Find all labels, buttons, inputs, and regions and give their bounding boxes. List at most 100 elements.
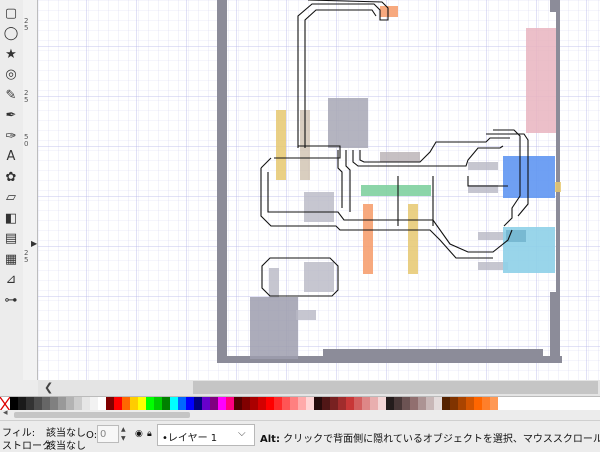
color-swatch[interactable] [130, 397, 138, 411]
color-swatch[interactable] [482, 397, 490, 411]
color-swatch[interactable] [378, 397, 386, 411]
paint-bucket-tool-icon[interactable]: ◧ [2, 209, 20, 227]
color-swatch[interactable] [34, 397, 42, 411]
calligraphy-tool-icon[interactable]: ✑ [2, 127, 20, 145]
color-swatch[interactable] [18, 397, 26, 411]
color-swatch[interactable] [50, 397, 58, 411]
color-swatch[interactable] [170, 397, 178, 411]
status-message-text: クリックで背面側に隠れているオブジェクトを選択、マウススクロール [279, 434, 600, 445]
color-swatch[interactable] [354, 397, 362, 411]
block-gray [269, 268, 279, 298]
chevron-up-icon[interactable]: ▲ [121, 426, 126, 433]
color-swatch[interactable] [458, 397, 466, 411]
chevron-down-icon[interactable]: ▼ [121, 435, 126, 442]
color-swatch[interactable] [298, 397, 306, 411]
spiral-tool-icon[interactable]: ◎ [2, 66, 20, 84]
color-swatch[interactable] [178, 397, 186, 411]
pencil-tool-icon[interactable]: ✎ [2, 86, 20, 104]
chevron-down-icon[interactable]: ⌵ [238, 428, 246, 439]
color-swatch[interactable] [250, 397, 258, 411]
color-swatch[interactable] [138, 397, 146, 411]
color-swatch[interactable] [474, 397, 482, 411]
color-swatch[interactable] [186, 397, 194, 411]
color-swatch[interactable] [450, 397, 458, 411]
color-swatch[interactable] [162, 397, 170, 411]
color-swatch[interactable] [210, 397, 218, 411]
eye-icon[interactable]: ◉ [135, 429, 143, 439]
layer-select[interactable]: •レイヤー 1 ⌵ [157, 424, 255, 446]
color-swatch[interactable] [218, 397, 226, 411]
drawing-canvas[interactable] [38, 0, 600, 380]
ruler-label: 50 [24, 133, 29, 148]
color-swatch[interactable] [10, 397, 18, 411]
lock-icon[interactable]: 🔒︎ [147, 429, 152, 439]
block-gray [304, 192, 334, 222]
palette-scroll-left-icon[interactable]: ◂ [3, 408, 8, 418]
color-swatch[interactable] [346, 397, 354, 411]
color-swatch[interactable] [442, 397, 450, 411]
spray-tool-icon[interactable]: ✿ [2, 168, 20, 186]
color-swatch[interactable] [58, 397, 66, 411]
color-swatch[interactable] [42, 397, 50, 411]
layer-value: •レイヤー 1 [162, 433, 218, 444]
horizontal-scrollbar[interactable]: ❮ [38, 380, 600, 396]
color-swatch[interactable] [434, 397, 442, 411]
color-swatch[interactable] [242, 397, 250, 411]
color-swatch[interactable] [66, 397, 74, 411]
color-swatch[interactable] [202, 397, 210, 411]
eraser-tool-icon[interactable]: ▱ [2, 189, 20, 207]
color-swatch[interactable] [194, 397, 202, 411]
block-gray [304, 262, 334, 292]
dropper-tool-icon[interactable]: ⊿ [2, 271, 20, 289]
color-swatch[interactable] [106, 397, 114, 411]
star-tool-icon[interactable]: ★ [2, 45, 20, 63]
color-swatch[interactable] [234, 397, 242, 411]
color-swatch[interactable] [146, 397, 154, 411]
connector-tool-icon[interactable]: ⊶ [2, 291, 20, 309]
scrollbar-thumb[interactable] [193, 381, 598, 394]
opacity-field[interactable]: 0 [97, 425, 119, 443]
rectangle-tool-icon[interactable]: ▢ [2, 4, 20, 22]
color-swatch[interactable] [410, 397, 418, 411]
opacity-label: O: [86, 430, 98, 441]
ruler-label: 25 [24, 89, 29, 104]
color-swatch[interactable] [362, 397, 370, 411]
palette-scrollbar[interactable]: ◂ [0, 408, 600, 420]
mesh-tool-icon[interactable]: ▦ [2, 250, 20, 268]
color-swatch[interactable] [370, 397, 378, 411]
color-swatch[interactable] [306, 397, 314, 411]
color-swatch[interactable] [394, 397, 402, 411]
color-swatch[interactable] [330, 397, 338, 411]
color-swatch[interactable] [322, 397, 330, 411]
gradient-tool-icon[interactable]: ▤ [2, 230, 20, 248]
text-tool-icon[interactable]: A [2, 148, 20, 166]
color-swatch[interactable] [26, 397, 34, 411]
color-swatch[interactable] [122, 397, 130, 411]
color-swatch[interactable] [466, 397, 474, 411]
color-swatch[interactable] [314, 397, 322, 411]
palette-scroll-thumb[interactable] [14, 412, 190, 418]
pen-tool-icon[interactable]: ✒ [2, 107, 20, 125]
canvas-svg [38, 0, 600, 380]
color-swatch[interactable] [90, 397, 98, 411]
color-swatch[interactable] [266, 397, 274, 411]
color-swatch[interactable] [282, 397, 290, 411]
color-swatch[interactable] [418, 397, 426, 411]
color-swatch[interactable] [154, 397, 162, 411]
color-swatch[interactable] [82, 397, 90, 411]
ellipse-tool-icon[interactable]: ◯ [2, 25, 20, 43]
color-swatch[interactable] [386, 397, 394, 411]
color-swatch[interactable] [74, 397, 82, 411]
color-swatch[interactable] [258, 397, 266, 411]
color-swatch[interactable] [490, 397, 498, 411]
color-swatch[interactable] [226, 397, 234, 411]
color-swatch[interactable] [290, 397, 298, 411]
opacity-stepper[interactable]: ▲ ▼ [121, 425, 130, 443]
color-swatch[interactable] [114, 397, 122, 411]
color-swatch[interactable] [338, 397, 346, 411]
color-swatch[interactable] [402, 397, 410, 411]
color-swatch[interactable] [274, 397, 282, 411]
color-swatch[interactable] [426, 397, 434, 411]
color-swatch[interactable] [98, 397, 106, 411]
scroll-left-icon[interactable]: ❮ [44, 380, 53, 396]
